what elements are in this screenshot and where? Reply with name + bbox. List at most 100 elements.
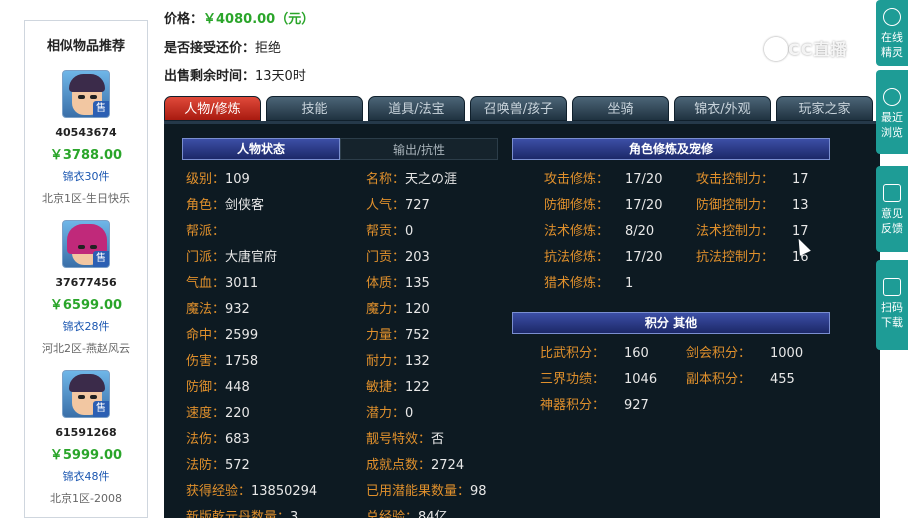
stat-row: 魔力：120 <box>366 298 430 317</box>
stat-value: 572 <box>225 458 250 473</box>
stat-row: 防御控制力： 13 <box>696 194 809 213</box>
stat-label: 耐力： <box>366 354 406 369</box>
item-count[interactable]: 锦衣30件 <box>25 168 147 184</box>
right-rail: 在线精灵 最近浏览 意见反馈 扫码下载 <box>876 0 908 518</box>
character-avatar[interactable]: 售 <box>62 70 110 118</box>
stat-value: 98 <box>470 484 487 499</box>
remaining-time-row: 出售剩余时间：13天0时 <box>164 65 306 84</box>
stat-row: 速度：220 <box>186 402 250 421</box>
tab-skills[interactable]: 技能 <box>266 96 363 121</box>
stat-label: 剑会积分： <box>686 346 752 361</box>
similar-item[interactable]: 售 40543674 ￥3788.00 锦衣30件 北京1区-生日快乐 <box>25 70 147 220</box>
watermark-logo <box>764 37 788 61</box>
similar-item[interactable]: 售 37677456 ￥6599.00 锦衣28件 河北2区-燕赵风云 <box>25 220 147 370</box>
item-id: 37677456 <box>55 276 117 289</box>
stat-label: 力量： <box>366 328 406 343</box>
rail-label: 扫码下载 <box>881 301 903 329</box>
character-avatar[interactable]: 售 <box>62 370 110 418</box>
stat-label: 抗法修炼： <box>544 250 610 265</box>
stat-value: 17/20 <box>625 172 663 187</box>
item-count[interactable]: 锦衣48件 <box>25 468 147 484</box>
item-count[interactable]: 锦衣28件 <box>25 318 147 334</box>
feedback-button[interactable]: 意见反馈 <box>876 166 908 252</box>
stat-row: 抗法控制力： 16 <box>696 246 809 265</box>
stat-row: 帮贡：0 <box>366 220 413 239</box>
stat-label: 猎术修炼： <box>544 276 610 291</box>
stat-row: 副本积分： 455 <box>686 368 795 387</box>
stat-label: 人气： <box>366 198 406 213</box>
stat-label: 速度： <box>186 406 226 421</box>
stat-value: 727 <box>405 198 430 213</box>
rail-label: 意见反馈 <box>881 207 903 235</box>
stat-row: 力量：752 <box>366 324 430 343</box>
stat-value: 132 <box>405 354 430 369</box>
stat-value: 否 <box>431 432 445 447</box>
stat-value: 109 <box>225 172 250 187</box>
stat-row: 已用潜能果数量：98 <box>366 480 487 499</box>
stat-value: 84亿 <box>418 510 448 518</box>
stat-label: 法术修炼： <box>544 224 610 239</box>
price-value: ￥4080.00（元） <box>203 12 315 27</box>
stat-value: 13 <box>792 198 809 213</box>
item-server: 北京1区-2008 <box>50 492 122 505</box>
character-avatar[interactable]: 售 <box>62 220 110 268</box>
stat-row: 人气：727 <box>366 194 430 213</box>
online-helper-button[interactable]: 在线精灵 <box>876 0 908 66</box>
item-server: 北京1区-生日快乐 <box>42 192 130 205</box>
stat-row: 法术修炼： 8/20 <box>544 220 654 239</box>
item-price: ￥6599.00 <box>49 298 123 313</box>
rail-label: 最近浏览 <box>881 111 903 139</box>
tab-character[interactable]: 人物/修炼 <box>164 96 261 121</box>
similar-item[interactable]: 售 61591268 ￥5999.00 锦衣48件 北京1区-2008 <box>25 370 147 517</box>
output-resist-tab[interactable]: 输出/抗性 <box>340 138 498 160</box>
status-tab-active[interactable]: 人物状态 <box>182 138 340 160</box>
character-panel: 人物状态 输出/抗性 级别：109 角色：剑侠客 帮派： 门派：大唐官府 气血：3011… <box>164 37 880 518</box>
sale-tag: 售 <box>93 251 109 267</box>
stat-value: 135 <box>405 276 430 291</box>
stat-value: 455 <box>770 372 795 387</box>
detail-tabs: 人物/修炼 技能 道具/法宝 召唤兽/孩子 坐骑 锦衣/外观 玩家之家 <box>164 96 873 121</box>
stat-row: 法伤：683 <box>186 428 250 447</box>
download-button[interactable]: 扫码下载 <box>876 260 908 350</box>
tab-player-home[interactable]: 玩家之家 <box>776 96 873 121</box>
stat-label: 攻击修炼： <box>544 172 610 187</box>
stat-value: 17/20 <box>625 250 663 265</box>
tab-items[interactable]: 道具/法宝 <box>368 96 465 121</box>
points-header: 积分 其他 <box>512 312 830 334</box>
stat-row: 比武积分： 160 <box>540 342 649 361</box>
stat-label: 新版乾元丹数量： <box>186 510 291 518</box>
similar-items-sidebar: 相似物品推荐 售 40543674 ￥3788.00 锦衣30件 北京1区-生日… <box>24 20 148 518</box>
item-id: 61591268 <box>55 426 117 439</box>
stat-label: 法防： <box>186 458 226 473</box>
recent-browse-button[interactable]: 最近浏览 <box>876 70 908 154</box>
stat-value: 0 <box>405 406 414 421</box>
stat-value: 2724 <box>431 458 465 473</box>
stat-value: 683 <box>225 432 250 447</box>
stat-label: 潜力： <box>366 406 406 421</box>
stat-row: 防御修炼： 17/20 <box>544 194 662 213</box>
sale-tag: 售 <box>93 101 109 117</box>
tab-mounts[interactable]: 坐骑 <box>572 96 669 121</box>
stat-row: 抗法修炼： 17/20 <box>544 246 662 265</box>
stat-label: 攻击控制力： <box>696 172 775 187</box>
item-price: ￥3788.00 <box>49 148 123 163</box>
tab-pets[interactable]: 召唤兽/孩子 <box>470 96 567 121</box>
stat-value: 927 <box>624 398 649 413</box>
clock-icon <box>883 88 901 106</box>
tab-outfits[interactable]: 锦衣/外观 <box>674 96 771 121</box>
stat-value: 203 <box>405 250 430 265</box>
price-row: 价格：￥4080.00（元） <box>164 8 314 27</box>
stat-value: 932 <box>225 302 250 317</box>
stat-label: 成就点数： <box>366 458 432 473</box>
stat-row: 魔法：932 <box>186 298 250 317</box>
stat-row: 耐力：132 <box>366 350 430 369</box>
stat-row: 命中：2599 <box>186 324 258 343</box>
stat-label: 体质： <box>366 276 406 291</box>
cultivation-header: 角色修炼及宠修 <box>512 138 830 160</box>
stat-value: 17/20 <box>625 198 663 213</box>
stat-row: 门派：大唐官府 <box>186 246 277 265</box>
stat-value: 1758 <box>225 354 259 369</box>
stat-row: 法术控制力： 17 <box>696 220 809 239</box>
stat-value: 122 <box>405 380 430 395</box>
remaining-time-label: 出售剩余时间： <box>164 69 256 84</box>
